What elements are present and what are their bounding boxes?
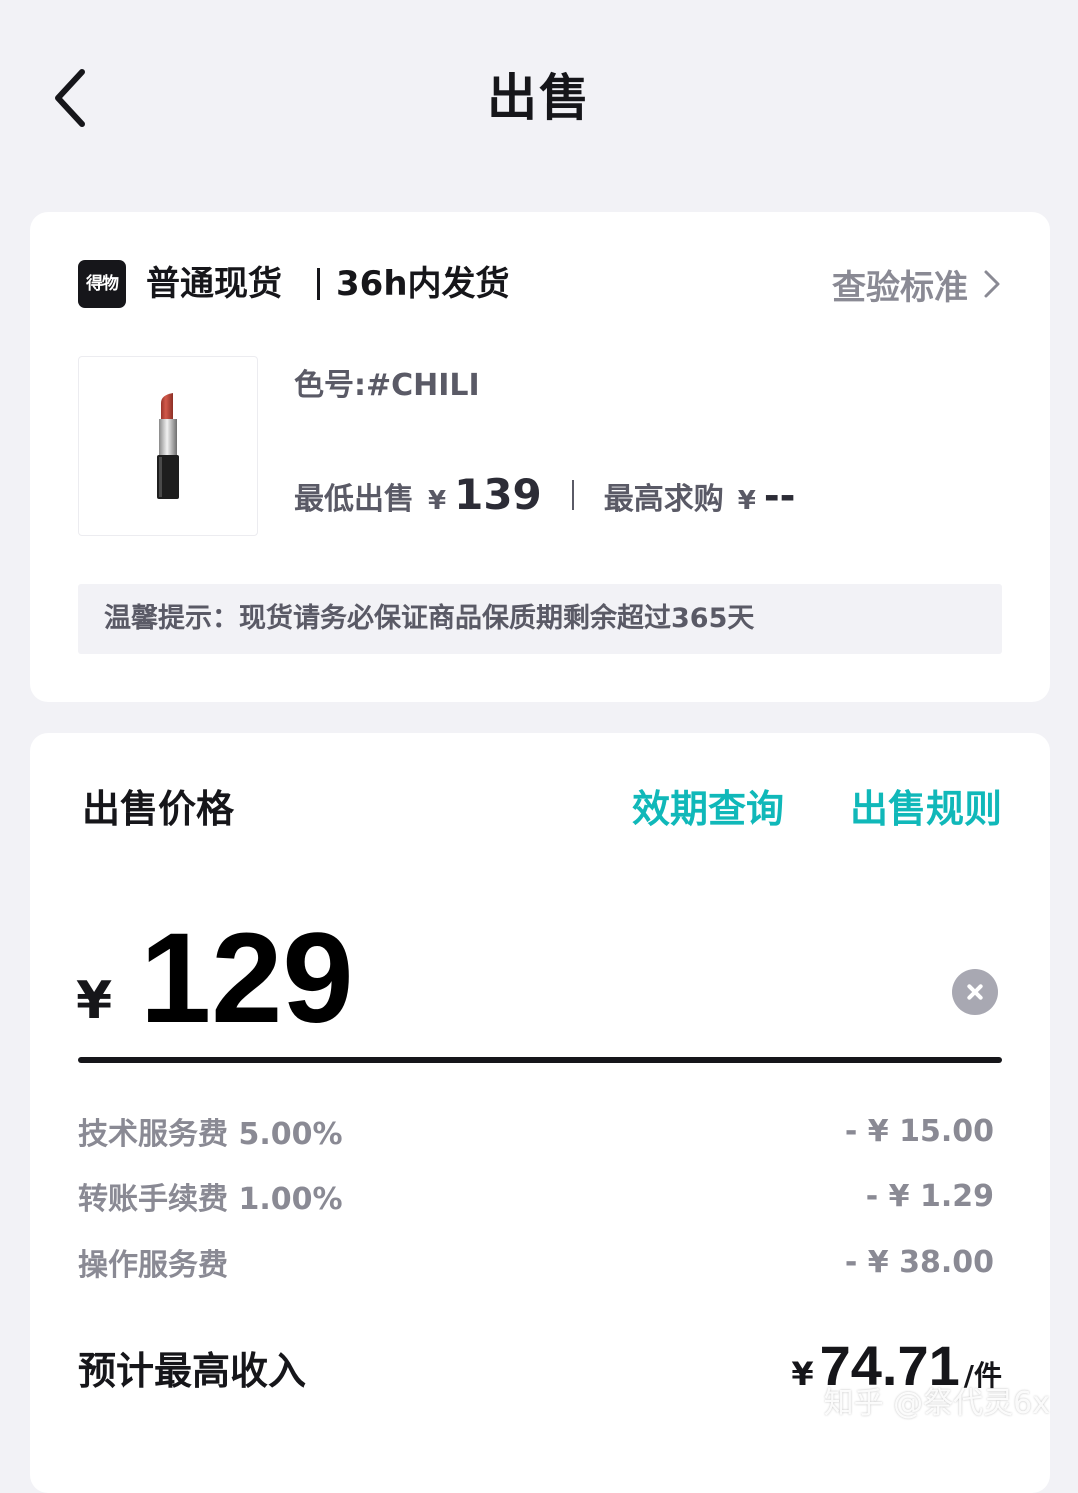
fee-amount: - ¥ 15.00	[844, 1113, 994, 1149]
watermark: 知乎 @祭代灵6x	[823, 1386, 1050, 1421]
inspection-standard-label: 查验标准	[832, 267, 968, 308]
market-prices: 最低出售 ¥ 139 最高求购 ¥ --	[294, 470, 795, 519]
shipping-time: 36h内发货	[336, 264, 510, 304]
input-underline	[78, 1057, 1002, 1063]
fee-amount: - ¥ 1.29	[865, 1178, 994, 1214]
product-card: 得物 普通现货 36h内发货 查验标准 色号:#CHILI 最低出售 ¥ 139…	[30, 212, 1050, 702]
sell-price-label: 出售价格	[82, 787, 235, 831]
inspection-standard-link[interactable]: 查验标准	[832, 256, 1002, 312]
shipping-type: 普通现货	[146, 264, 282, 304]
lowest-sell-label: 最低出售	[294, 482, 414, 517]
lowest-sell-price: 139	[454, 470, 542, 519]
price-input[interactable]	[140, 908, 820, 1048]
fee-row-operation: 操作服务费 - ¥ 38.00	[78, 1237, 994, 1287]
page-title: 出售	[487, 69, 591, 127]
fee-row-tech-service: 技术服务费 5.00% - ¥ 15.00	[78, 1106, 994, 1156]
lipstick-icon	[157, 393, 179, 499]
price-currency: ¥	[76, 971, 113, 1031]
clear-input-button[interactable]	[952, 969, 998, 1015]
fee-amount: - ¥ 38.00	[844, 1244, 994, 1280]
fee-label: 操作服务费	[78, 1248, 228, 1283]
divider	[317, 268, 320, 300]
dewu-logo: 得物	[78, 260, 126, 308]
color-code: 色号:#CHILI	[294, 368, 480, 403]
estimated-income-label: 预计最高收入	[78, 1349, 307, 1393]
fee-label: 转账手续费 1.00%	[78, 1182, 343, 1217]
warm-tip: 温馨提示：现货请务必保证商品保质期剩余超过365天	[78, 584, 1002, 654]
currency-symbol: ¥	[737, 486, 756, 516]
highest-bid-label: 最高求购	[603, 482, 724, 517]
chevron-right-icon	[984, 270, 1000, 298]
divider	[571, 479, 574, 510]
highest-bid-price: --	[763, 474, 796, 518]
currency-symbol: ¥	[428, 486, 447, 516]
currency-symbol: ¥	[791, 1355, 814, 1393]
navigation-bar: 出售	[0, 0, 1078, 190]
fee-row-transfer: 转账手续费 1.00% - ¥ 1.29	[78, 1171, 994, 1221]
validity-query-link[interactable]: 效期查询	[632, 779, 784, 839]
fee-label: 技术服务费 5.00%	[78, 1117, 343, 1152]
sell-rules-link[interactable]: 出售规则	[850, 779, 1002, 839]
product-image	[78, 356, 258, 536]
